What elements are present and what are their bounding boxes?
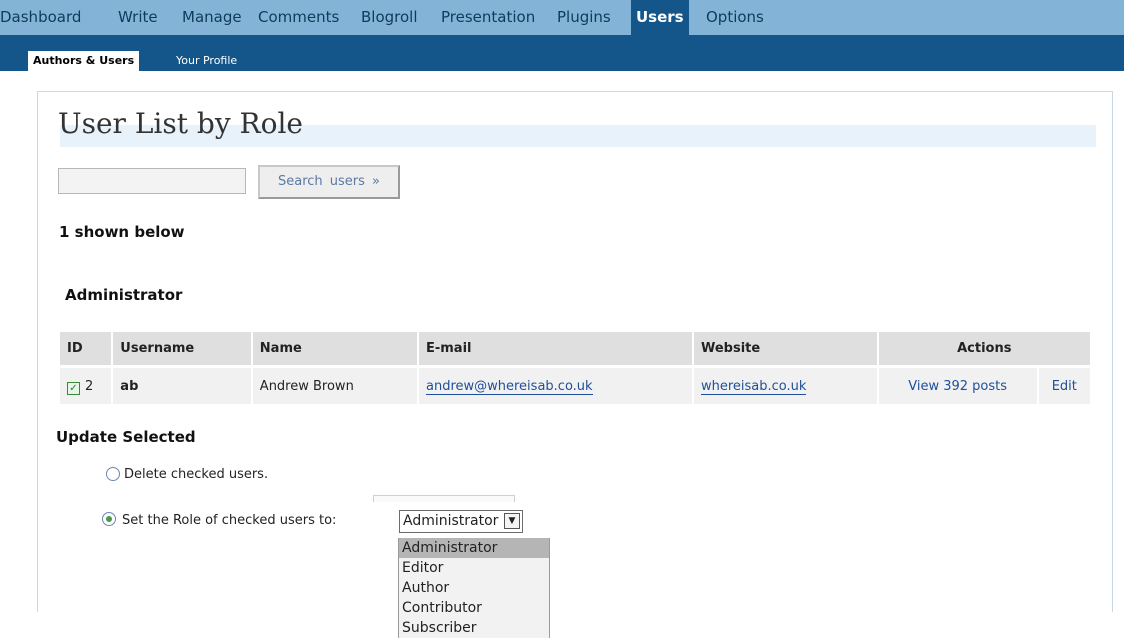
update-selected-heading: Update Selected: [56, 428, 196, 446]
column-header-email: E-mail: [418, 332, 692, 365]
select-shadow: [373, 495, 515, 502]
tab-your-profile[interactable]: Your Profile: [176, 51, 237, 71]
role-select[interactable]: Administrator ▼: [399, 510, 523, 533]
chevron-down-icon[interactable]: ▼: [504, 513, 520, 529]
dropdown-option-contributor[interactable]: Contributor: [399, 598, 549, 618]
role-heading: Administrator: [65, 286, 183, 304]
menu-item-manage[interactable]: Manage: [182, 0, 242, 35]
content-panel: User List by Role Search users » 1 shown…: [37, 91, 1113, 612]
page-title: User List by Role: [58, 107, 303, 140]
top-menu: Dashboard Write Manage Comments Blogroll…: [0, 0, 1124, 35]
dropdown-option-administrator[interactable]: Administrator: [399, 538, 549, 558]
delete-option-label: Delete checked users.: [124, 467, 269, 482]
set-role-radio-icon[interactable]: [102, 512, 116, 526]
dropdown-option-author[interactable]: Author: [399, 578, 549, 598]
menu-item-dashboard[interactable]: Dashboard: [0, 0, 81, 35]
role-select-value: Administrator: [403, 513, 499, 529]
column-header-username: Username: [113, 332, 251, 365]
delete-radio-icon[interactable]: [106, 467, 120, 481]
menu-item-plugins[interactable]: Plugins: [557, 0, 611, 35]
email-cell: andrew@whereisab.co.uk: [418, 368, 692, 404]
dropdown-option-editor[interactable]: Editor: [399, 558, 549, 578]
edit-link[interactable]: Edit: [1052, 379, 1077, 394]
tab-authors-users[interactable]: Authors & Users: [28, 51, 140, 71]
menu-item-options[interactable]: Options: [706, 0, 764, 35]
menu-item-blogroll[interactable]: Blogroll: [361, 0, 418, 35]
table-row: ✓ 2 ab Andrew Brown andrew@whereisab.co.u…: [60, 368, 1090, 404]
website-link[interactable]: whereisab.co.uk: [700, 378, 807, 395]
search-input[interactable]: [58, 168, 246, 194]
set-role-option-label: Set the Role of checked users to:: [122, 513, 337, 528]
view-posts-link[interactable]: View 392 posts: [908, 379, 1007, 394]
menu-item-users[interactable]: Users: [631, 0, 689, 35]
table-header-row: ID Username Name E-mail Website Actions: [60, 332, 1090, 365]
menu-item-presentation[interactable]: Presentation: [441, 0, 535, 35]
dropdown-option-subscriber[interactable]: Subscriber: [399, 618, 549, 638]
view-posts-cell: View 392 posts: [878, 368, 1037, 404]
column-header-id: ID: [60, 332, 112, 365]
column-header-website: Website: [693, 332, 877, 365]
user-table: ID Username Name E-mail Website Actions …: [58, 332, 1092, 404]
email-link[interactable]: andrew@whereisab.co.uk: [425, 378, 593, 395]
edit-cell: Edit: [1038, 368, 1090, 404]
username-cell: ab: [113, 368, 251, 404]
sub-menu: Authors & Users Your Profile: [0, 35, 1124, 71]
user-id: 2: [85, 378, 94, 394]
website-cell: whereisab.co.uk: [693, 368, 877, 404]
role-dropdown-list: Administrator Editor Author Contributor …: [398, 538, 550, 638]
id-cell: ✓ 2: [60, 368, 112, 404]
column-header-actions: Actions: [878, 332, 1090, 365]
search-users-button[interactable]: Search users »: [258, 165, 400, 199]
menu-item-comments[interactable]: Comments: [258, 0, 339, 35]
checkbox-checked-icon[interactable]: ✓: [67, 381, 80, 395]
shown-count-text: 1 shown below: [59, 223, 185, 241]
name-cell: Andrew Brown: [252, 368, 417, 404]
menu-item-write[interactable]: Write: [118, 0, 158, 35]
column-header-name: Name: [252, 332, 417, 365]
